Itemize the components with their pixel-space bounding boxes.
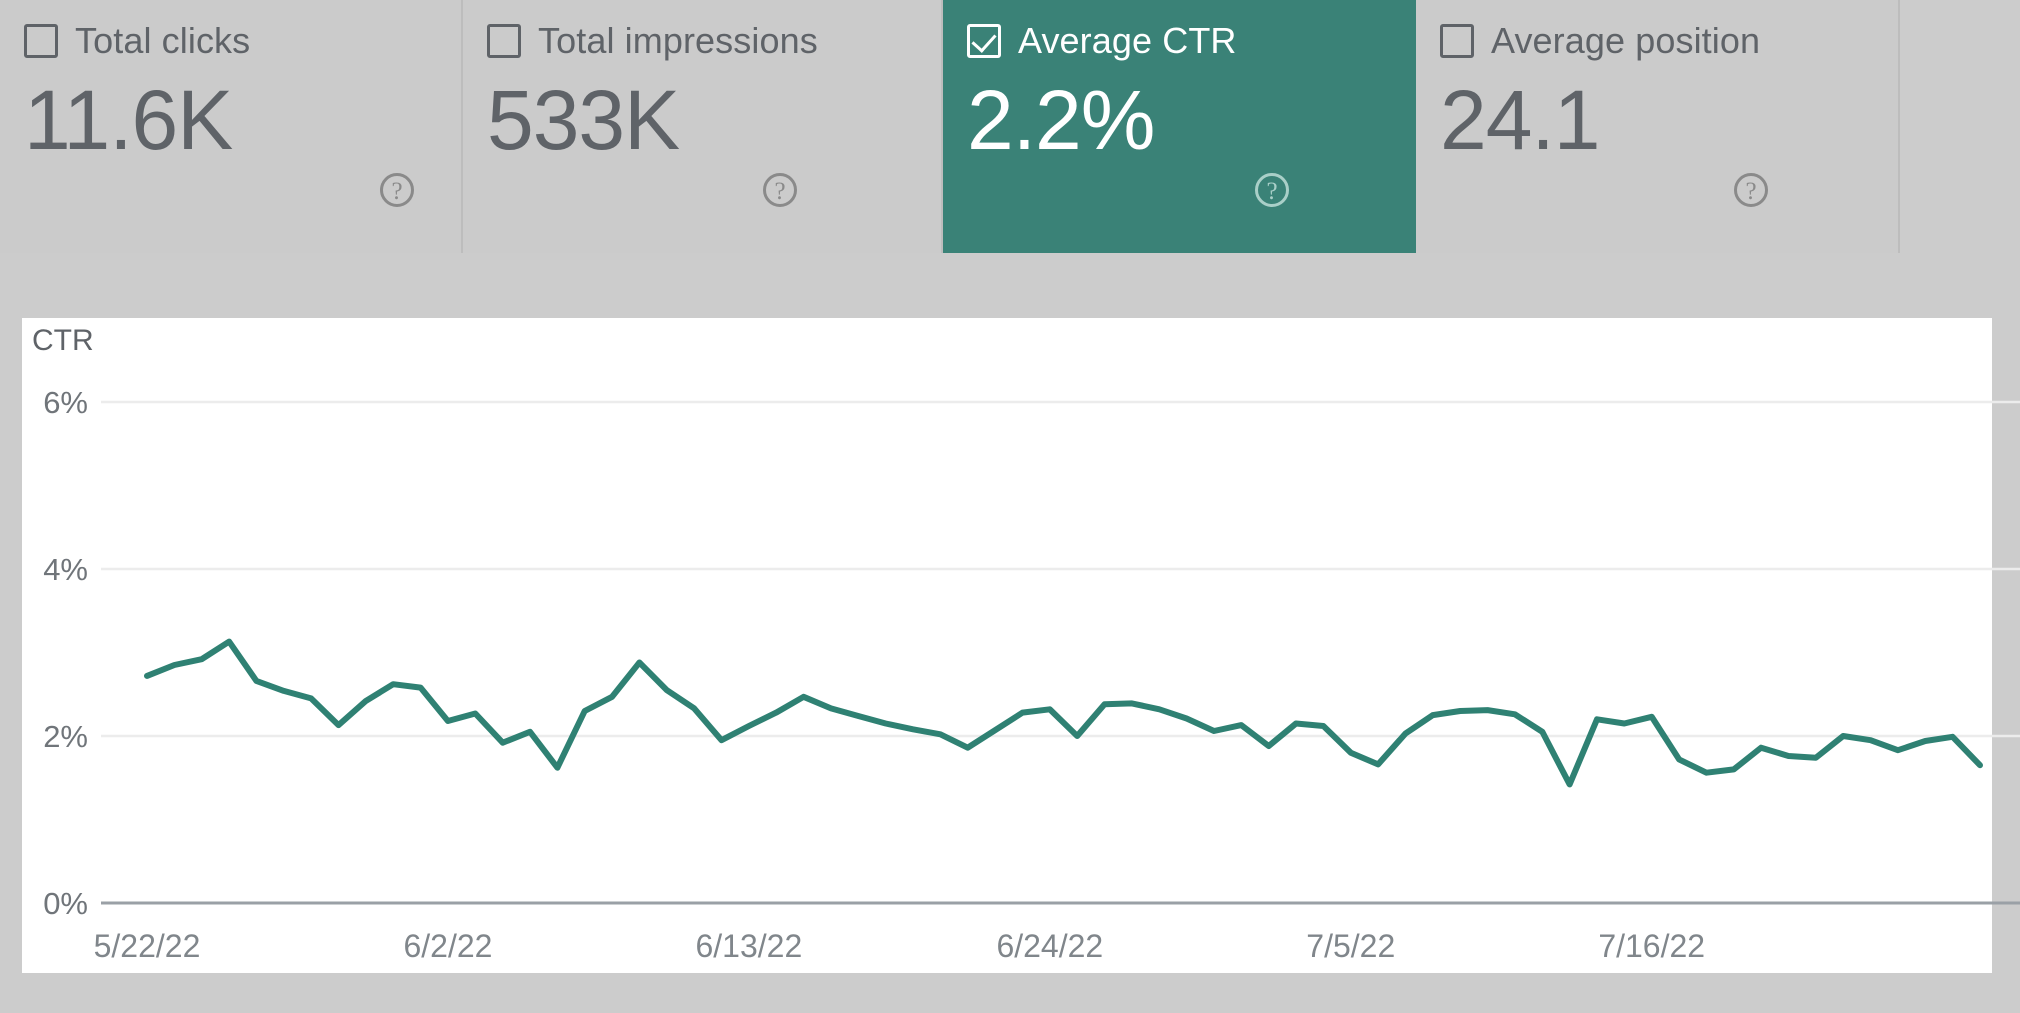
metric-card-average-ctr[interactable]: Average CTR 2.2% ? xyxy=(943,0,1416,253)
metrics-summary-row: Total clicks 11.6K ? Total impressions 5… xyxy=(0,0,2020,253)
metric-card-total-clicks[interactable]: Total clicks 11.6K ? xyxy=(0,0,463,253)
help-icon[interactable]: ? xyxy=(1255,173,1289,207)
x-tick-label: 7/16/22 xyxy=(1598,928,1705,964)
chart-axis-title: CTR xyxy=(32,324,94,357)
metric-card-average-position[interactable]: Average position 24.1 ? xyxy=(1416,0,1900,253)
y-axis-tick-labels: 0% 2% 4% 6% xyxy=(43,385,88,921)
average-position-checkbox[interactable] xyxy=(1440,24,1474,58)
ctr-line-chart[interactable]: CTR 0% 2% 4% 6% 5/22/22 6/2/22 6/13/22 6/24/22… xyxy=(22,318,2020,973)
metric-value: 533K xyxy=(487,73,680,167)
total-impressions-checkbox[interactable] xyxy=(487,24,521,58)
metric-label: Total impressions xyxy=(538,20,818,61)
metric-header: Total clicks xyxy=(24,18,461,64)
metric-card-total-impressions[interactable]: Total impressions 533K ? xyxy=(463,0,943,253)
y-tick-label: 2% xyxy=(43,719,88,754)
metric-label: Total clicks xyxy=(75,20,251,61)
performance-chart-panel: CTR 0% 2% 4% 6% 5/22/22 6/2/22 6/13/22 6/24/22… xyxy=(22,318,2020,973)
metric-value: 2.2% xyxy=(967,73,1155,167)
x-tick-label: 5/22/22 xyxy=(94,928,201,964)
y-tick-label: 0% xyxy=(43,886,88,921)
x-axis-tick-labels: 5/22/22 6/2/22 6/13/22 6/24/22 7/5/22 7/16/22 xyxy=(94,928,1705,964)
x-tick-label: 7/5/22 xyxy=(1306,928,1395,964)
y-tick-label: 4% xyxy=(43,552,88,587)
metric-label: Average CTR xyxy=(1018,20,1237,61)
metric-header: Average CTR xyxy=(967,18,1414,64)
help-icon[interactable]: ? xyxy=(763,173,797,207)
x-tick-label: 6/24/22 xyxy=(996,928,1103,964)
help-icon[interactable]: ? xyxy=(1734,173,1768,207)
metric-value: 24.1 xyxy=(1440,73,1601,167)
total-clicks-checkbox[interactable] xyxy=(24,24,58,58)
metrics-row-filler xyxy=(1900,0,2020,253)
average-ctr-checkbox[interactable] xyxy=(967,24,1001,58)
ctr-series-line[interactable] xyxy=(144,638,1983,788)
y-tick-label: 6% xyxy=(43,385,88,420)
metric-label: Average position xyxy=(1491,20,1761,61)
x-tick-label: 6/13/22 xyxy=(695,928,802,964)
help-icon[interactable]: ? xyxy=(380,173,414,207)
metric-value: 11.6K xyxy=(24,73,233,167)
metric-header: Total impressions xyxy=(487,18,941,64)
x-tick-label: 6/2/22 xyxy=(403,928,492,964)
gridlines xyxy=(101,400,2020,905)
metric-header: Average position xyxy=(1440,18,1898,64)
